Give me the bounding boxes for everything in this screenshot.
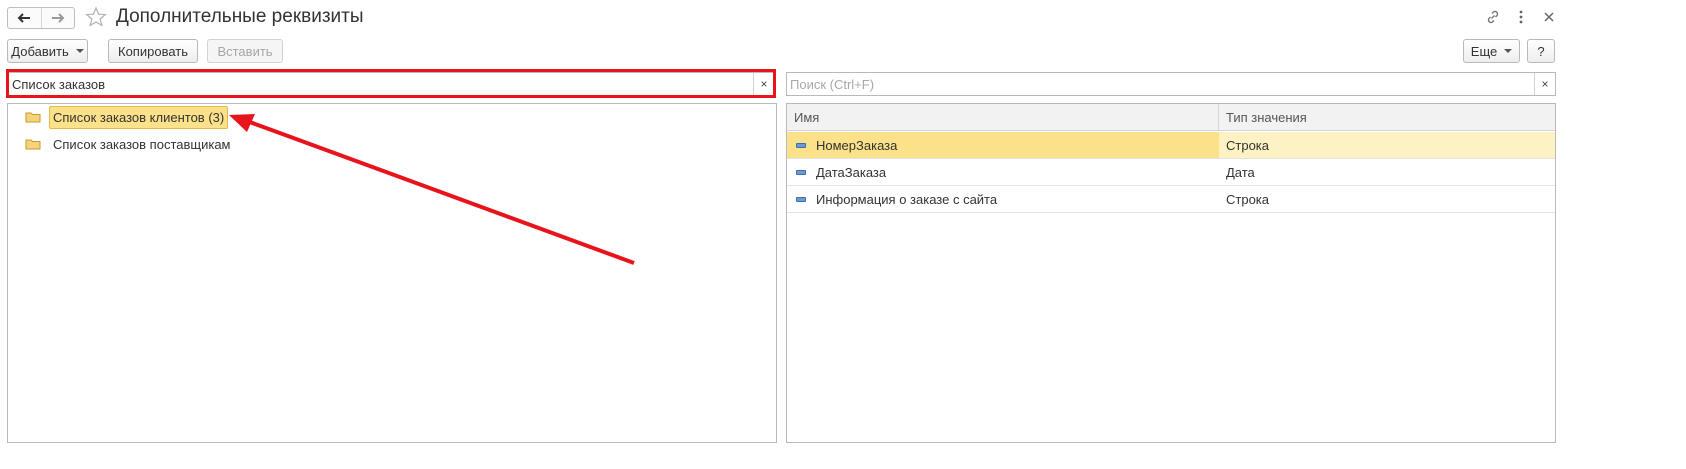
column-header-name[interactable]: Имя	[787, 104, 1219, 130]
chevron-down-icon	[75, 49, 84, 53]
cell-type: Строка	[1226, 191, 1270, 207]
grid-search-clear-button[interactable]: ×	[1534, 73, 1555, 95]
forward-button[interactable]	[40, 8, 75, 28]
attribute-icon	[796, 169, 806, 175]
more-actions-label: Еще	[1470, 43, 1498, 59]
table-row[interactable]: ДатаЗаказа Дата	[787, 159, 1555, 186]
more-menu-button[interactable]	[1512, 8, 1530, 26]
cell-type: Строка	[1226, 137, 1270, 153]
tree-item-customer-orders[interactable]: Список заказов клиентов (3)	[25, 105, 229, 129]
favorite-star-button[interactable]	[85, 6, 107, 28]
navigation-buttons	[7, 7, 75, 29]
more-actions-button[interactable]: Еще	[1463, 39, 1520, 63]
cell-name: НомерЗаказа	[787, 132, 1219, 158]
add-button-label: Добавить	[11, 43, 69, 59]
copy-button-label: Копировать	[118, 43, 188, 59]
back-button[interactable]	[8, 8, 41, 28]
link-icon	[1487, 10, 1499, 24]
help-button-label: ?	[1537, 43, 1545, 59]
table-row[interactable]: Информация о заказе с сайта Строка	[787, 186, 1555, 213]
folder-icon	[25, 112, 41, 123]
table-row[interactable]: НомерЗаказа Строка	[787, 132, 1555, 159]
tree-search-input[interactable]	[12, 75, 752, 93]
grid-search-field: ×	[786, 72, 1556, 96]
more-vertical-icon	[1519, 10, 1523, 24]
help-button[interactable]: ?	[1527, 39, 1555, 63]
tree-search-clear-button[interactable]: ×	[753, 73, 774, 95]
link-button[interactable]	[1484, 8, 1502, 26]
cell-name: ДатаЗаказа	[787, 159, 1219, 185]
copy-button[interactable]: Копировать	[108, 39, 198, 63]
attribute-icon	[796, 196, 806, 202]
close-icon	[1544, 12, 1554, 22]
grid-search-input[interactable]	[790, 75, 1530, 93]
cell-type: Дата	[1226, 164, 1255, 180]
column-header-type[interactable]: Тип значения	[1219, 104, 1555, 130]
paste-button-label: Вставить	[217, 43, 273, 59]
tree-item-supplier-orders[interactable]: Список заказов поставщикам	[25, 132, 235, 156]
forward-arrow-icon	[51, 13, 65, 23]
paste-button[interactable]: Вставить	[207, 39, 283, 63]
close-window-button[interactable]	[1540, 8, 1558, 26]
annotation-arrow	[229, 114, 635, 265]
cell-name-text: НомерЗаказа	[816, 137, 898, 153]
tree-item-label: Список заказов клиентов (3)	[49, 105, 229, 129]
attribute-icon	[796, 142, 806, 148]
cell-name-text: Информация о заказе с сайта	[816, 191, 998, 207]
back-arrow-icon	[17, 13, 31, 23]
folder-icon	[25, 139, 41, 150]
tree-item-label: Список заказов поставщикам	[53, 136, 231, 152]
window-title: Дополнительные реквизиты	[116, 6, 364, 27]
cell-name: Информация о заказе с сайта	[787, 186, 1219, 212]
cell-name-text: ДатаЗаказа	[816, 164, 887, 180]
star-icon	[85, 6, 107, 27]
tree-search-field: ×	[8, 72, 775, 96]
add-button[interactable]: Добавить	[7, 39, 88, 63]
chevron-down-icon	[1504, 49, 1513, 53]
grid-header: Имя Тип значения	[787, 104, 1555, 131]
